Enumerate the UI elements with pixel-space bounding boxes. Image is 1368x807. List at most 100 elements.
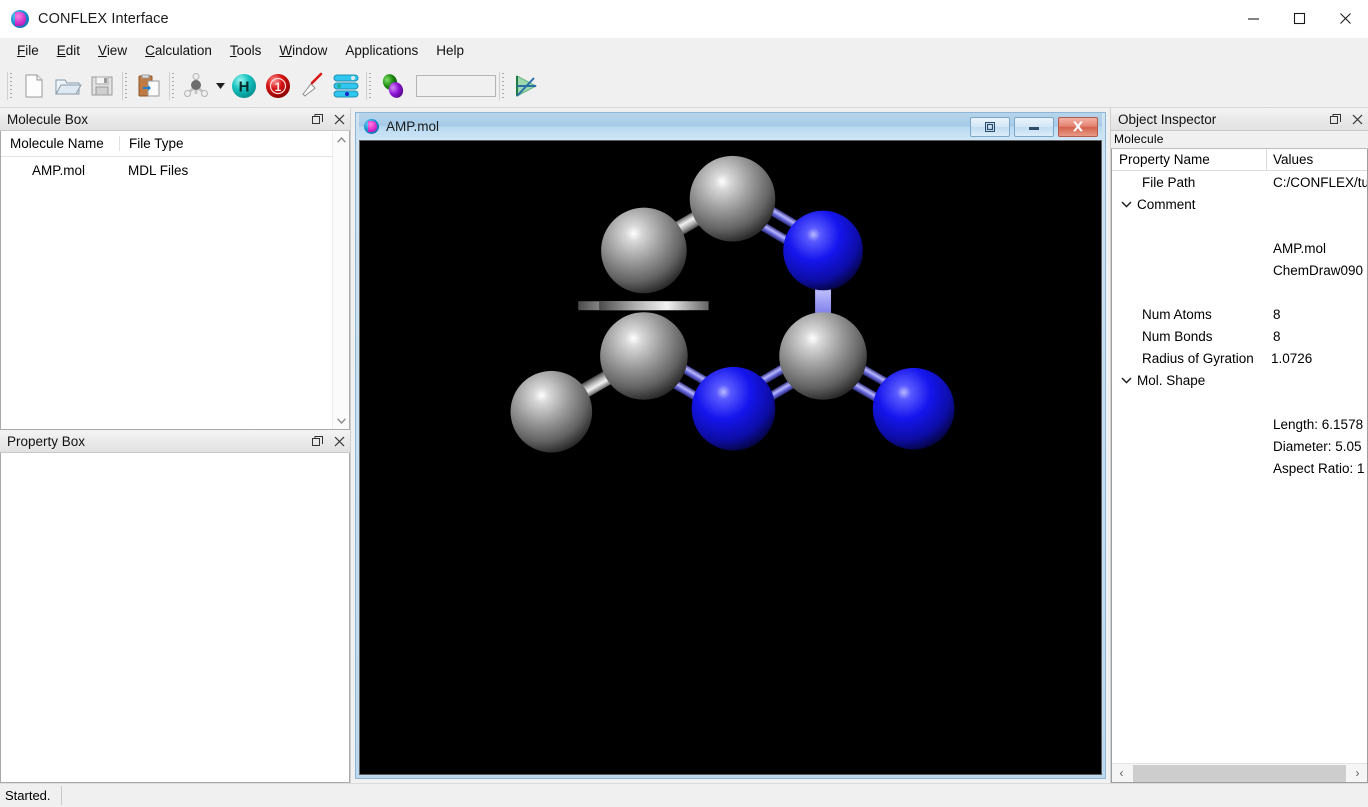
column-file-type[interactable]: File Type [119,136,332,151]
viewer-restore-button[interactable] [970,116,1010,137]
atom-nitrogen [783,210,863,291]
close-button[interactable] [1322,0,1368,38]
oi-row-length[interactable]: Length: 6.1578 [1112,413,1367,435]
column-molecule-name[interactable]: Molecule Name [1,136,119,151]
oi-row-num-atoms[interactable]: Num Atoms 8 [1112,303,1367,325]
window-controls [1230,0,1368,38]
oi-value: AMP.mol [1273,240,1327,256]
oi-column-values[interactable]: Values [1266,149,1367,171]
oi-label-wrap: Comment [1112,197,1266,212]
object-inspector-panel: Object Inspector Molecule Property Name … [1111,108,1368,783]
viewer-minimize-button[interactable] [1014,116,1054,137]
toolbar-grip-2[interactable] [122,71,129,100]
table-row[interactable]: AMP.mol MDL Files [1,157,332,183]
axes-tripod-icon[interactable] [509,68,543,104]
scroll-thumb[interactable] [1133,764,1346,782]
maximize-button[interactable] [1276,0,1322,38]
molecule-3d-canvas[interactable] [359,140,1102,775]
atom-carbon [779,312,867,400]
menu-edit[interactable]: Edit [48,40,89,62]
oi-row-spacer-3 [1112,391,1367,413]
molecule-box-panel: Molecule Box Molecule Name File Type AMP… [0,108,350,430]
chevron-down-icon[interactable] [1117,200,1135,208]
scroll-down-arrow-icon[interactable] [333,412,350,429]
object-inspector-restore-icon[interactable] [1324,109,1346,130]
oi-value: 1.0726 [1271,350,1313,366]
import-clipboard-icon[interactable] [132,68,166,104]
layers-list-icon[interactable] [329,68,363,104]
conflex-logo-icon [364,119,379,134]
oi-row-spacer-1 [1112,215,1367,237]
oi-column-property-name[interactable]: Property Name [1112,152,1266,167]
oi-value: 8 [1273,306,1281,322]
oi-row-radius-of-gyration[interactable]: Radius of Gyration 1.0726 [1112,347,1367,369]
atom-carbon [600,312,688,400]
molecule-model-dropdown-arrow[interactable] [213,68,227,104]
molecule-box-header: Molecule Box [0,108,350,131]
orbital-value-combo[interactable] [416,74,496,97]
save-floppy-icon[interactable] [85,68,119,104]
scroll-right-arrow-icon[interactable]: › [1348,764,1367,783]
viewer-title: AMP.mol [386,119,440,134]
menu-tools[interactable]: Tools [221,40,271,62]
oi-row-mol-shape[interactable]: Mol. Shape [1112,369,1367,391]
oi-row-file-path[interactable]: File Path C:/CONFLEX/tu [1112,171,1367,193]
menu-help[interactable]: Help [427,40,473,62]
object-inspector-hscrollbar[interactable]: ‹ › [1112,763,1367,782]
property-box-close-icon[interactable] [328,431,350,452]
toolbar-grip[interactable] [7,71,14,100]
oi-row-comment[interactable]: Comment [1112,193,1367,215]
oi-row-comment-line-1[interactable]: AMP.mol [1112,237,1367,259]
statusbar: Started. [0,783,1368,807]
molecule-viewer-window: AMP.mol [355,112,1106,779]
main-body: Molecule Box Molecule Name File Type AMP… [0,108,1368,783]
oi-row-num-bonds[interactable]: Num Bonds 8 [1112,325,1367,347]
oi-label-wrap: Mol. Shape [1112,373,1266,388]
oi-label: Num Atoms [1142,306,1212,322]
molecule-model-icon[interactable] [179,68,213,104]
oi-row-aspect-ratio[interactable]: Aspect Ratio: 1 [1112,457,1367,479]
property-box-header: Property Box [0,430,350,453]
object-inspector-subheader: Molecule [1111,131,1368,149]
cell-molecule-name: AMP.mol [32,162,86,178]
mdi-client-area: AMP.mol [351,108,1110,783]
menu-calculation[interactable]: Calculation [136,40,221,62]
menu-view[interactable]: View [89,40,136,62]
measure-pen-icon[interactable] [295,68,329,104]
toolbar-grip-4[interactable] [366,71,373,100]
oi-row-diameter[interactable]: Diameter: 5.05 [1112,435,1367,457]
menu-applications[interactable]: Applications [336,40,427,62]
oi-label: Comment [1137,196,1196,212]
chevron-down-icon[interactable] [1117,376,1135,384]
scroll-track[interactable] [332,148,349,412]
object-inspector-close-icon[interactable] [1346,109,1368,130]
viewer-close-button[interactable] [1058,116,1098,137]
hydrogen-atom-icon[interactable]: H [227,68,261,104]
menu-window[interactable]: Window [270,40,336,62]
molecule-box-restore-icon[interactable] [306,109,328,130]
property-box-restore-icon[interactable] [306,431,328,452]
new-file-icon[interactable] [17,68,51,104]
scroll-up-arrow-icon[interactable] [333,131,350,148]
scroll-left-arrow-icon[interactable]: ‹ [1112,764,1131,783]
orbital-surface-icon[interactable] [376,68,410,104]
molecule-box-close-icon[interactable] [328,109,350,130]
toolbar-grip-3[interactable] [169,71,176,100]
toolbar-grip-5[interactable] [499,71,506,100]
oi-value: Aspect Ratio: 1 [1273,460,1365,476]
molecule-box-scrollbar[interactable] [332,131,349,429]
svg-text:H: H [239,78,250,95]
left-dock-column: Molecule Box Molecule Name File Type AMP… [0,108,351,783]
formal-charge-icon[interactable]: 1 [261,68,295,104]
molecule-render [362,141,1099,774]
oi-row-comment-line-2[interactable]: ChemDraw090 [1112,259,1367,281]
property-box-content[interactable] [0,453,350,783]
minimize-button[interactable] [1230,0,1276,38]
menu-file[interactable]: FFileile [8,40,48,62]
viewer-window-controls [970,116,1102,137]
window-titlebar: CONFLEX Interface [0,0,1368,38]
object-inspector-title: Object Inspector [1118,111,1217,127]
oi-column-header: Property Name Values [1112,149,1367,171]
open-folder-icon[interactable] [51,68,85,104]
oi-value: 8 [1273,328,1281,344]
